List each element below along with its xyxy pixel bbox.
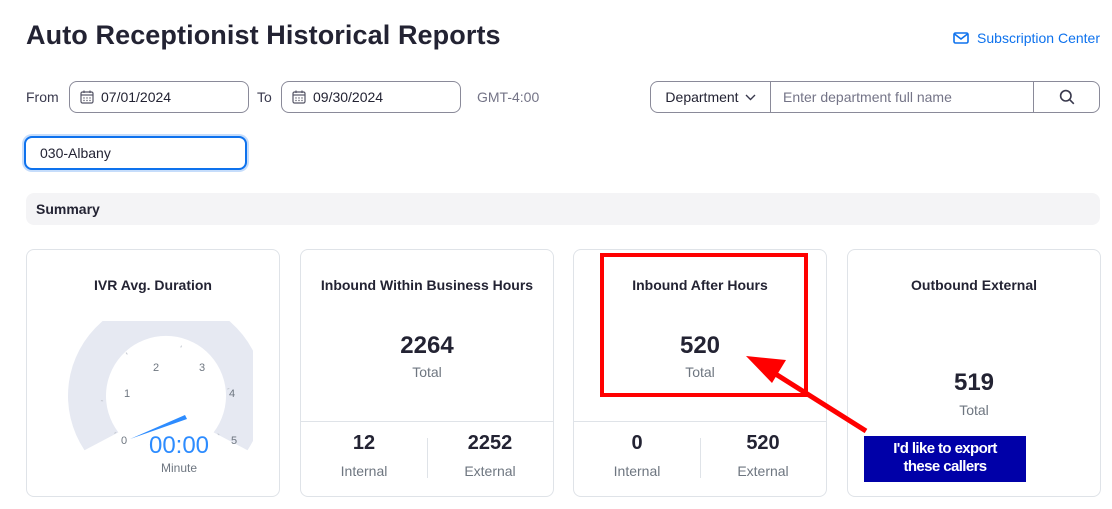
annotation-arrow (746, 356, 868, 434)
annotation-callout: I'd like to export these callers (864, 436, 1026, 482)
callout-line: these callers (903, 458, 987, 475)
callout-line: I'd like to export (893, 440, 997, 457)
